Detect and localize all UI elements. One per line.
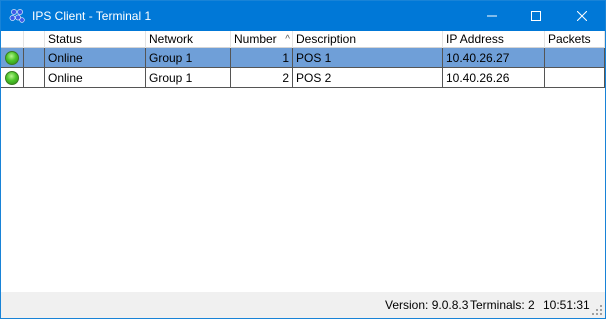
description-cell: POS 1 <box>293 48 443 68</box>
ip-address-cell: 10.40.26.27 <box>443 48 545 68</box>
maximize-icon <box>531 11 541 21</box>
column-header-icon[interactable] <box>1 31 24 48</box>
version-label: Version: 9.0.8.3 <box>385 298 469 312</box>
table-row[interactable]: Online Group 1 1 POS 1 10.40.26.27 <box>1 48 605 68</box>
table-header: Status Network Number ^ Description IP A… <box>1 31 605 48</box>
column-header-packets[interactable]: Packets <box>545 31 605 48</box>
title-bar[interactable]: IPS Client - Terminal 1 <box>1 1 605 31</box>
close-button[interactable] <box>559 1 605 31</box>
status-cell: Online <box>45 68 146 88</box>
window-title: IPS Client - Terminal 1 <box>32 9 152 23</box>
blank-cell <box>24 48 45 68</box>
minimize-icon <box>487 15 497 17</box>
status-cell: Online <box>45 48 146 68</box>
column-header-ip-address[interactable]: IP Address <box>443 31 545 48</box>
green-led-icon <box>5 71 19 85</box>
column-header-number-label: Number <box>234 32 277 46</box>
ip-address-cell: 10.40.26.26 <box>443 68 545 88</box>
status-icon-cell <box>1 48 24 68</box>
network-cell: Group 1 <box>146 68 231 88</box>
number-cell: 2 <box>231 68 293 88</box>
number-cell: 1 <box>231 48 293 68</box>
maximize-button[interactable] <box>513 1 559 31</box>
packets-cell <box>545 48 605 68</box>
close-icon <box>577 11 587 21</box>
packets-cell <box>545 68 605 88</box>
blank-cell <box>24 68 45 88</box>
clock-time: 10:51:31 <box>543 298 590 312</box>
resize-grip-icon[interactable] <box>591 304 603 316</box>
ips-app-icon <box>9 8 25 24</box>
status-icon-cell <box>1 68 24 88</box>
description-cell: POS 2 <box>293 68 443 88</box>
status-bar: Version: 9.0.8.3 Terminals: 2 10:51:31 <box>1 292 605 318</box>
sort-ascending-icon: ^ <box>285 34 290 45</box>
minimize-button[interactable] <box>469 1 515 31</box>
green-led-icon <box>5 51 19 65</box>
column-header-blank[interactable] <box>24 31 45 48</box>
network-cell: Group 1 <box>146 48 231 68</box>
column-header-status[interactable]: Status <box>45 31 146 48</box>
terminals-count: Terminals: 2 <box>470 298 535 312</box>
column-header-number[interactable]: Number ^ <box>231 31 293 48</box>
app-window: IPS Client - Terminal 1 Status Network N… <box>0 0 606 319</box>
column-header-network[interactable]: Network <box>146 31 231 48</box>
table-row[interactable]: Online Group 1 2 POS 2 10.40.26.26 <box>1 68 605 88</box>
column-header-description[interactable]: Description <box>293 31 443 48</box>
